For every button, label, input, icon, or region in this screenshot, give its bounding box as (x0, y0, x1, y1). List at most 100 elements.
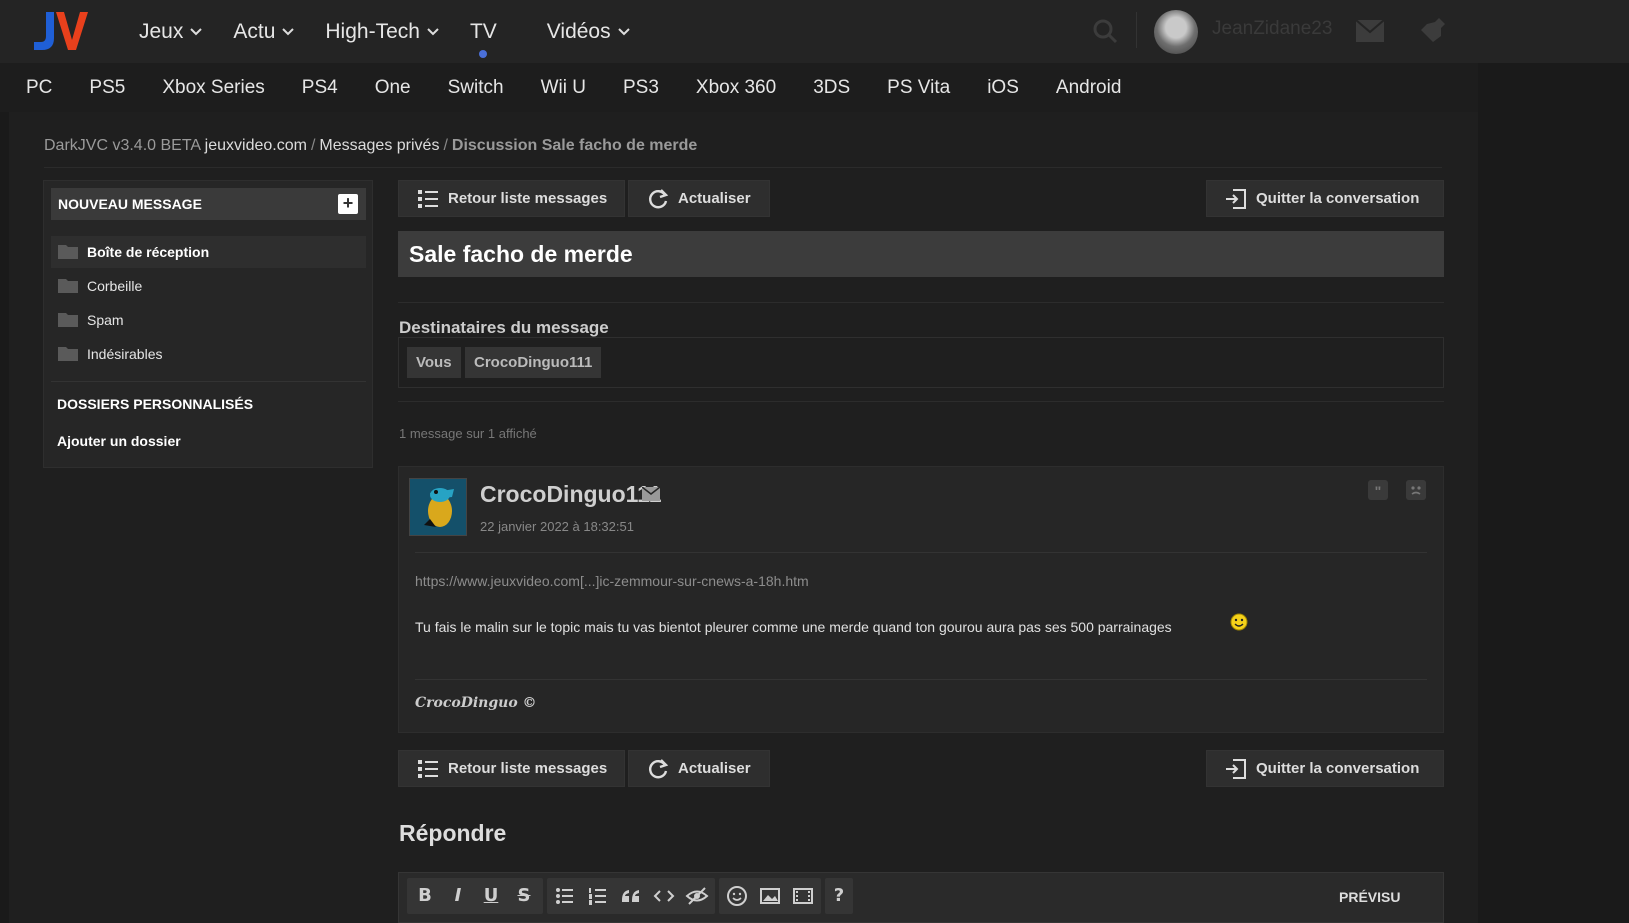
platform-wii-u[interactable]: Wii U (541, 77, 586, 99)
envelope-icon[interactable] (642, 487, 660, 501)
platform-ps-vita[interactable]: PS Vita (887, 77, 950, 99)
emoji-icon[interactable] (721, 878, 753, 914)
author-avatar[interactable] (409, 478, 467, 536)
plus-icon: + (338, 194, 358, 214)
recipient-tag[interactable]: CrocoDinguo111 (465, 347, 602, 378)
platform-ios[interactable]: iOS (987, 77, 1019, 99)
add-folder-link[interactable]: Ajouter un dossier (57, 433, 181, 449)
mail-icon[interactable] (1356, 20, 1384, 42)
bullet-list-icon[interactable] (549, 878, 581, 914)
platform-3ds[interactable]: 3DS (813, 77, 850, 99)
smiley-icon (1230, 613, 1248, 631)
top-navigation-bar: Jeux Actu High-Tech TV Vidéos JeanZidane… (0, 0, 1629, 63)
format-group: B I U S (407, 878, 543, 914)
preview-button[interactable]: PRÉVISU (1339, 889, 1400, 905)
folder-spam[interactable]: Spam (51, 304, 366, 336)
help-button[interactable]: ? (823, 878, 855, 914)
chevron-down-icon (617, 27, 630, 35)
bold-button[interactable]: B (409, 878, 441, 914)
numbered-list-icon[interactable] (582, 878, 614, 914)
platform-xbox-360[interactable]: Xbox 360 (696, 77, 776, 99)
jv-logo[interactable] (32, 10, 88, 52)
message-author[interactable]: CrocoDinguo111 (480, 481, 661, 508)
nav-videos[interactable]: Vidéos (547, 20, 631, 44)
list-icon (418, 189, 438, 208)
username[interactable]: JeanZidane23 (1212, 18, 1332, 40)
nav-actu[interactable]: Actu (233, 20, 295, 44)
chevron-down-icon (427, 27, 439, 35)
folder-unwanted[interactable]: Indésirables (51, 338, 366, 370)
image-icon[interactable] (754, 878, 786, 914)
back-to-list-label: Retour liste messages (448, 760, 608, 777)
platform-one[interactable]: One (375, 77, 411, 99)
nav-tv[interactable]: TV (469, 19, 497, 58)
folder-trash[interactable]: Corbeille (51, 270, 366, 302)
divider (398, 302, 1444, 303)
quote-block-icon[interactable] (615, 878, 647, 914)
message-count: 1 message sur 1 affiché (399, 426, 537, 441)
topbar-divider (1136, 12, 1137, 48)
nav-tv-label: TV (469, 19, 497, 43)
insert-group (719, 878, 821, 914)
recipient-tag: Vous (407, 347, 461, 378)
leave-conversation-button[interactable]: Quitter la conversation (1206, 180, 1444, 217)
exit-door-icon (1226, 758, 1246, 779)
chevron-down-icon (190, 27, 203, 35)
back-to-list-button[interactable]: Retour liste messages (398, 180, 625, 217)
user-avatar[interactable] (1154, 10, 1198, 54)
breadcrumb-home[interactable]: jeuxvideo.com (205, 137, 307, 154)
custom-folders-heading: DOSSIERS PERSONNALISÉS (57, 396, 254, 412)
divider (415, 679, 1427, 680)
platform-xbox-series[interactable]: Xbox Series (162, 77, 264, 99)
discussion-title-bar: Sale facho de merde (398, 231, 1444, 277)
breadcrumb-current: Discussion Sale facho de merde (451, 137, 698, 154)
platform-ps3[interactable]: PS3 (623, 77, 659, 99)
block-group (547, 878, 715, 914)
reply-editor-toolbar: B I U S ? PRÉVISU (398, 872, 1444, 923)
italic-button[interactable]: I (442, 878, 474, 914)
nav-jeux[interactable]: Jeux (139, 20, 203, 44)
leave-conversation-label: Quitter la conversation (1256, 190, 1420, 207)
refresh-label: Actualiser (678, 190, 751, 207)
message-link[interactable]: https://www.jeuxvideo.com[...]ic-zemmour… (415, 573, 809, 589)
underline-button[interactable]: U (475, 878, 507, 914)
divider (51, 381, 366, 382)
platform-ps5[interactable]: PS5 (89, 77, 125, 99)
divider (44, 167, 1442, 168)
folder-inbox[interactable]: Boîte de réception (51, 236, 366, 268)
main-nav: Jeux Actu High-Tech TV Vidéos (139, 0, 661, 63)
video-icon[interactable] (787, 878, 819, 914)
refresh-label: Actualiser (678, 760, 751, 777)
refresh-button-bottom[interactable]: Actualiser (628, 750, 770, 787)
help-group: ? (825, 878, 853, 914)
divider (415, 552, 1427, 553)
platform-android[interactable]: Android (1056, 77, 1122, 99)
search-icon[interactable] (1092, 18, 1118, 44)
platform-ps4[interactable]: PS4 (302, 77, 338, 99)
code-icon[interactable] (648, 878, 680, 914)
leave-conversation-label: Quitter la conversation (1256, 760, 1420, 777)
mailbox-sidebar: NOUVEAU MESSAGE + Boîte de réception Cor… (43, 180, 373, 468)
breadcrumb-private-messages[interactable]: Messages privés (319, 137, 439, 154)
leave-conversation-button-bottom[interactable]: Quitter la conversation (1206, 750, 1444, 787)
folder-icon (58, 245, 78, 259)
breadcrumb-version: DarkJVC v3.4.0 BETA (44, 137, 201, 154)
new-message-label: NOUVEAU MESSAGE (58, 196, 202, 212)
new-message-button[interactable]: NOUVEAU MESSAGE + (51, 188, 366, 220)
divider (398, 401, 1444, 402)
report-icon[interactable] (1406, 480, 1426, 500)
back-to-list-label: Retour liste messages (448, 190, 608, 207)
reply-heading: Répondre (399, 820, 507, 846)
platform-switch[interactable]: Switch (448, 77, 504, 99)
spoiler-eye-icon[interactable] (681, 878, 713, 914)
notification-bell-icon[interactable] (1419, 16, 1447, 44)
refresh-button[interactable]: Actualiser (628, 180, 770, 217)
folder-icon (58, 313, 78, 327)
quote-icon[interactable]: " (1368, 480, 1388, 500)
strikethrough-button[interactable]: S (508, 878, 540, 914)
folder-label: Indésirables (87, 346, 163, 362)
message-signature: CrocoDinguo © (415, 695, 537, 711)
nav-hightech[interactable]: High-Tech (325, 20, 440, 44)
back-to-list-button-bottom[interactable]: Retour liste messages (398, 750, 625, 787)
platform-pc[interactable]: PC (26, 77, 52, 99)
